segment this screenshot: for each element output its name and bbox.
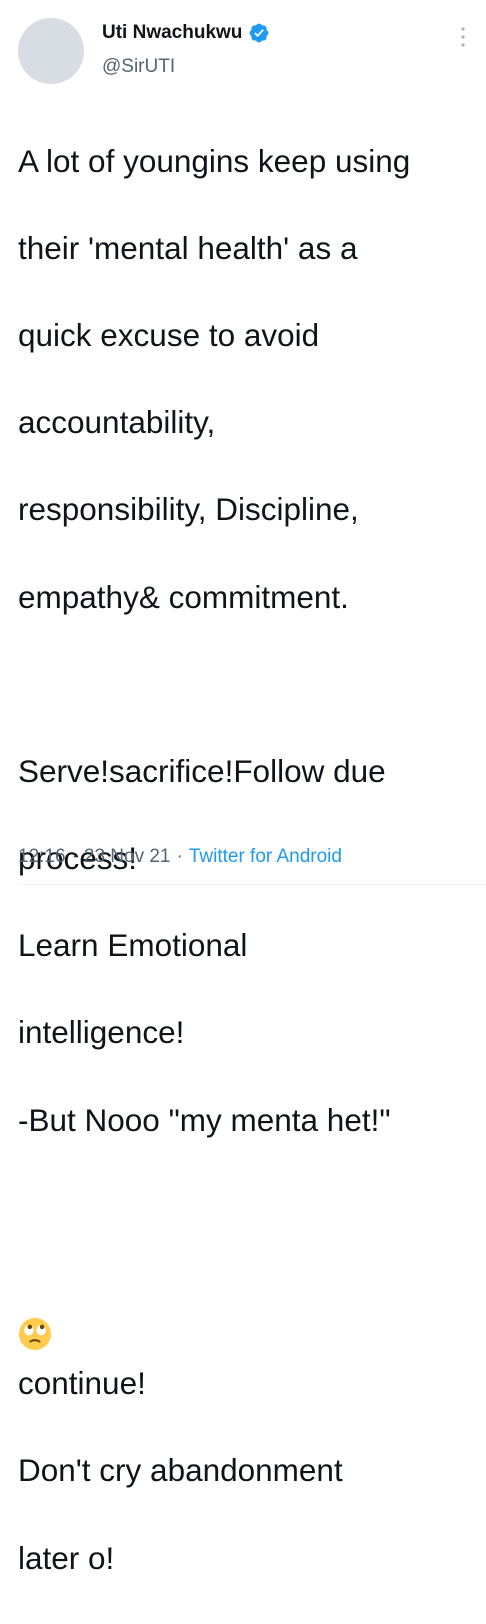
tweet-line-blank: ​ <box>18 663 474 707</box>
author-name-row: Uti Nwachukwu <box>102 22 270 44</box>
tweet-line: their 'mental health' as a <box>18 229 358 266</box>
tweet-line: empathy& commitment. <box>18 578 349 615</box>
author-handle[interactable]: @SirUTI <box>102 56 175 78</box>
tweet-line: Serve!sacrifice!Follow due <box>18 752 386 789</box>
tweet-meta: 12:16 · 23 Nov 21 · Twitter for Android <box>18 846 342 868</box>
tweet-line: responsibility, Discipline, <box>18 491 359 528</box>
tweet-line: Don't cry abandonment <box>18 1452 343 1489</box>
divider <box>18 884 486 885</box>
tweet-emoji-line: continue! <box>18 1273 474 1406</box>
tweet-line-blank: ​ <box>18 1186 474 1230</box>
tweet-source-link[interactable]: Twitter for Android <box>189 846 342 868</box>
tweet-card: Uti Nwachukwu @SirUTI A lot of youngins … <box>0 0 486 1576</box>
tweet-line: quick excuse to avoid <box>18 316 320 353</box>
tweet-emoji-line-text: continue! <box>18 1365 146 1402</box>
meta-separator: · <box>176 846 183 867</box>
author-display-name[interactable]: Uti Nwachukwu <box>102 22 242 44</box>
avatar[interactable] <box>18 18 84 84</box>
tweet-line: Learn Emotional <box>18 927 248 964</box>
tweet-line: accountability, <box>18 404 216 441</box>
tweet-line: later o! <box>18 1539 115 1576</box>
verified-badge-icon <box>250 23 269 43</box>
tweet-line: A lot of youngins keep using <box>18 142 411 179</box>
tweet-line: -But Nooo "my menta het!" <box>18 1101 391 1138</box>
more-options-icon[interactable] <box>460 26 466 48</box>
meta-separator: · <box>71 846 78 867</box>
tweet-date[interactable]: 23 Nov 21 <box>84 846 171 868</box>
tweet-time[interactable]: 12:16 <box>18 846 66 868</box>
tweet-line: intelligence! <box>18 1014 185 1051</box>
face-with-rolling-eyes-icon <box>18 1317 52 1350</box>
